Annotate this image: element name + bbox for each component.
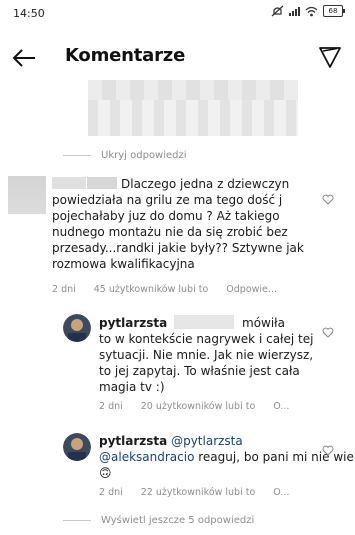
hide-replies-button[interactable]: Ukryj odpowiedzi <box>63 150 187 161</box>
battery-icon: 68 <box>323 5 345 17</box>
page-title: Komentarze <box>65 45 186 66</box>
reply-third-line: 🙃 <box>99 465 112 481</box>
divider-line <box>63 155 91 156</box>
back-arrow-icon[interactable] <box>10 44 38 72</box>
comment-text-first-line: Dlaczego jedna z dziewczyn <box>121 177 290 191</box>
blurred-content-2 <box>88 100 298 136</box>
avatar[interactable] <box>63 314 91 342</box>
reply-text-inline: mówiła <box>242 316 285 330</box>
avatar[interactable] <box>63 433 91 461</box>
comment-meta: 2 dni 45 użytkowników lubi to Odpowie... <box>52 284 277 295</box>
reply-time: 2 dni <box>99 401 123 412</box>
mute-icon <box>271 5 284 17</box>
blurred-username <box>52 177 86 189</box>
status-time: 14:50 <box>13 7 45 20</box>
reply-button[interactable]: O... <box>273 401 289 412</box>
reply-second-line: @aleksandracio reaguj, bo pani mi nie wi… <box>99 449 355 465</box>
emoji: 🙃 <box>99 466 112 480</box>
reply-button[interactable]: O... <box>273 487 289 498</box>
reply-meta: 2 dni 20 użytkowników lubi to O... <box>99 401 289 412</box>
view-more-replies-button[interactable]: Wyświetl jeszcze 5 odpowiedzi <box>63 515 254 526</box>
comment-text: powiedziała na grilu ze ma tego dość j p… <box>52 193 304 271</box>
send-icon[interactable] <box>317 44 343 70</box>
reply-username[interactable]: pytlarzsta <box>99 434 167 448</box>
comment-time: 2 dni <box>52 284 76 295</box>
like-heart-icon[interactable] <box>322 445 334 456</box>
reply-likes[interactable]: 22 użytkowników lubi to <box>141 487 256 498</box>
like-heart-icon[interactable] <box>322 327 334 338</box>
divider-line <box>63 520 91 521</box>
like-heart-icon[interactable] <box>322 194 334 205</box>
reply-button[interactable]: Odpowie... <box>226 284 277 295</box>
mention-link[interactable]: @aleksandracio <box>99 450 194 464</box>
hide-replies-label: Ukryj odpowiedzi <box>101 150 187 161</box>
reply-meta: 2 dni 22 użytkowników lubi to O... <box>99 487 289 498</box>
reply-username[interactable]: pytlarzsta <box>99 316 167 330</box>
blurred-mention <box>174 315 234 329</box>
view-more-label: Wyświetl jeszcze 5 odpowiedzi <box>101 515 255 526</box>
signal-icon <box>289 6 300 16</box>
blurred-username-2 <box>87 177 117 189</box>
reply-first-line: pytlarzsta @pytlarzsta <box>99 433 243 449</box>
comment-likes[interactable]: 45 użytkowników lubi to <box>94 284 209 295</box>
wifi-icon <box>305 6 318 16</box>
mention-link[interactable]: @pytlarzsta <box>171 434 243 448</box>
status-icons: 68 <box>271 5 345 17</box>
reply-text: to w kontekście nagrywek i całej tej syt… <box>99 332 314 394</box>
reply-time: 2 dni <box>99 487 123 498</box>
reply-likes[interactable]: 20 użytkowników lubi to <box>141 401 256 412</box>
avatar[interactable] <box>8 176 46 214</box>
